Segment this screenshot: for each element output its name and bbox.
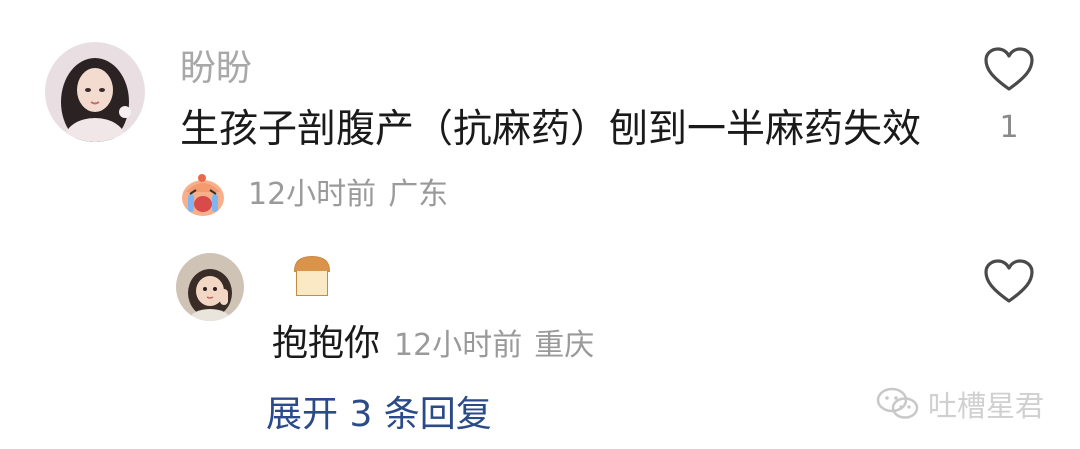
like-count: 1 xyxy=(999,110,1019,145)
like-heart-icon[interactable] xyxy=(984,47,1034,93)
reply-avatar[interactable] xyxy=(176,253,244,321)
comment-text: 生孩子剖腹产（抗麻药）刨到一半麻药失效 xyxy=(180,107,922,152)
bread-icon xyxy=(289,253,335,299)
reply-location: 重庆 xyxy=(534,328,595,363)
crying-face-icon xyxy=(178,172,228,218)
comment-location: 广东 xyxy=(388,177,449,212)
avatar[interactable] xyxy=(45,42,145,142)
username[interactable]: 盼盼 xyxy=(180,49,252,89)
reply-row: 抱抱你 12小时前 重庆 xyxy=(272,320,594,366)
watermark: 吐槽星君 xyxy=(876,383,1044,425)
expand-replies-button[interactable]: 展开 3 条回复 xyxy=(266,393,492,437)
comment-thread: 盼盼 生孩子剖腹产（抗麻药）刨到一半麻药失效 12小时前 广东 1 抱抱你 12… xyxy=(0,0,1080,449)
reply-like-heart-icon[interactable] xyxy=(984,259,1034,305)
watermark-text: 吐槽星君 xyxy=(927,389,1044,423)
reply-text: 抱抱你 xyxy=(272,323,381,364)
reply-meta: 12小时前 重庆 xyxy=(394,328,594,363)
comment-time: 12小时前 xyxy=(248,177,377,212)
wechat-icon xyxy=(876,387,919,419)
comment-meta: 12小时前 广东 xyxy=(178,172,448,218)
reply-time: 12小时前 xyxy=(394,328,523,363)
